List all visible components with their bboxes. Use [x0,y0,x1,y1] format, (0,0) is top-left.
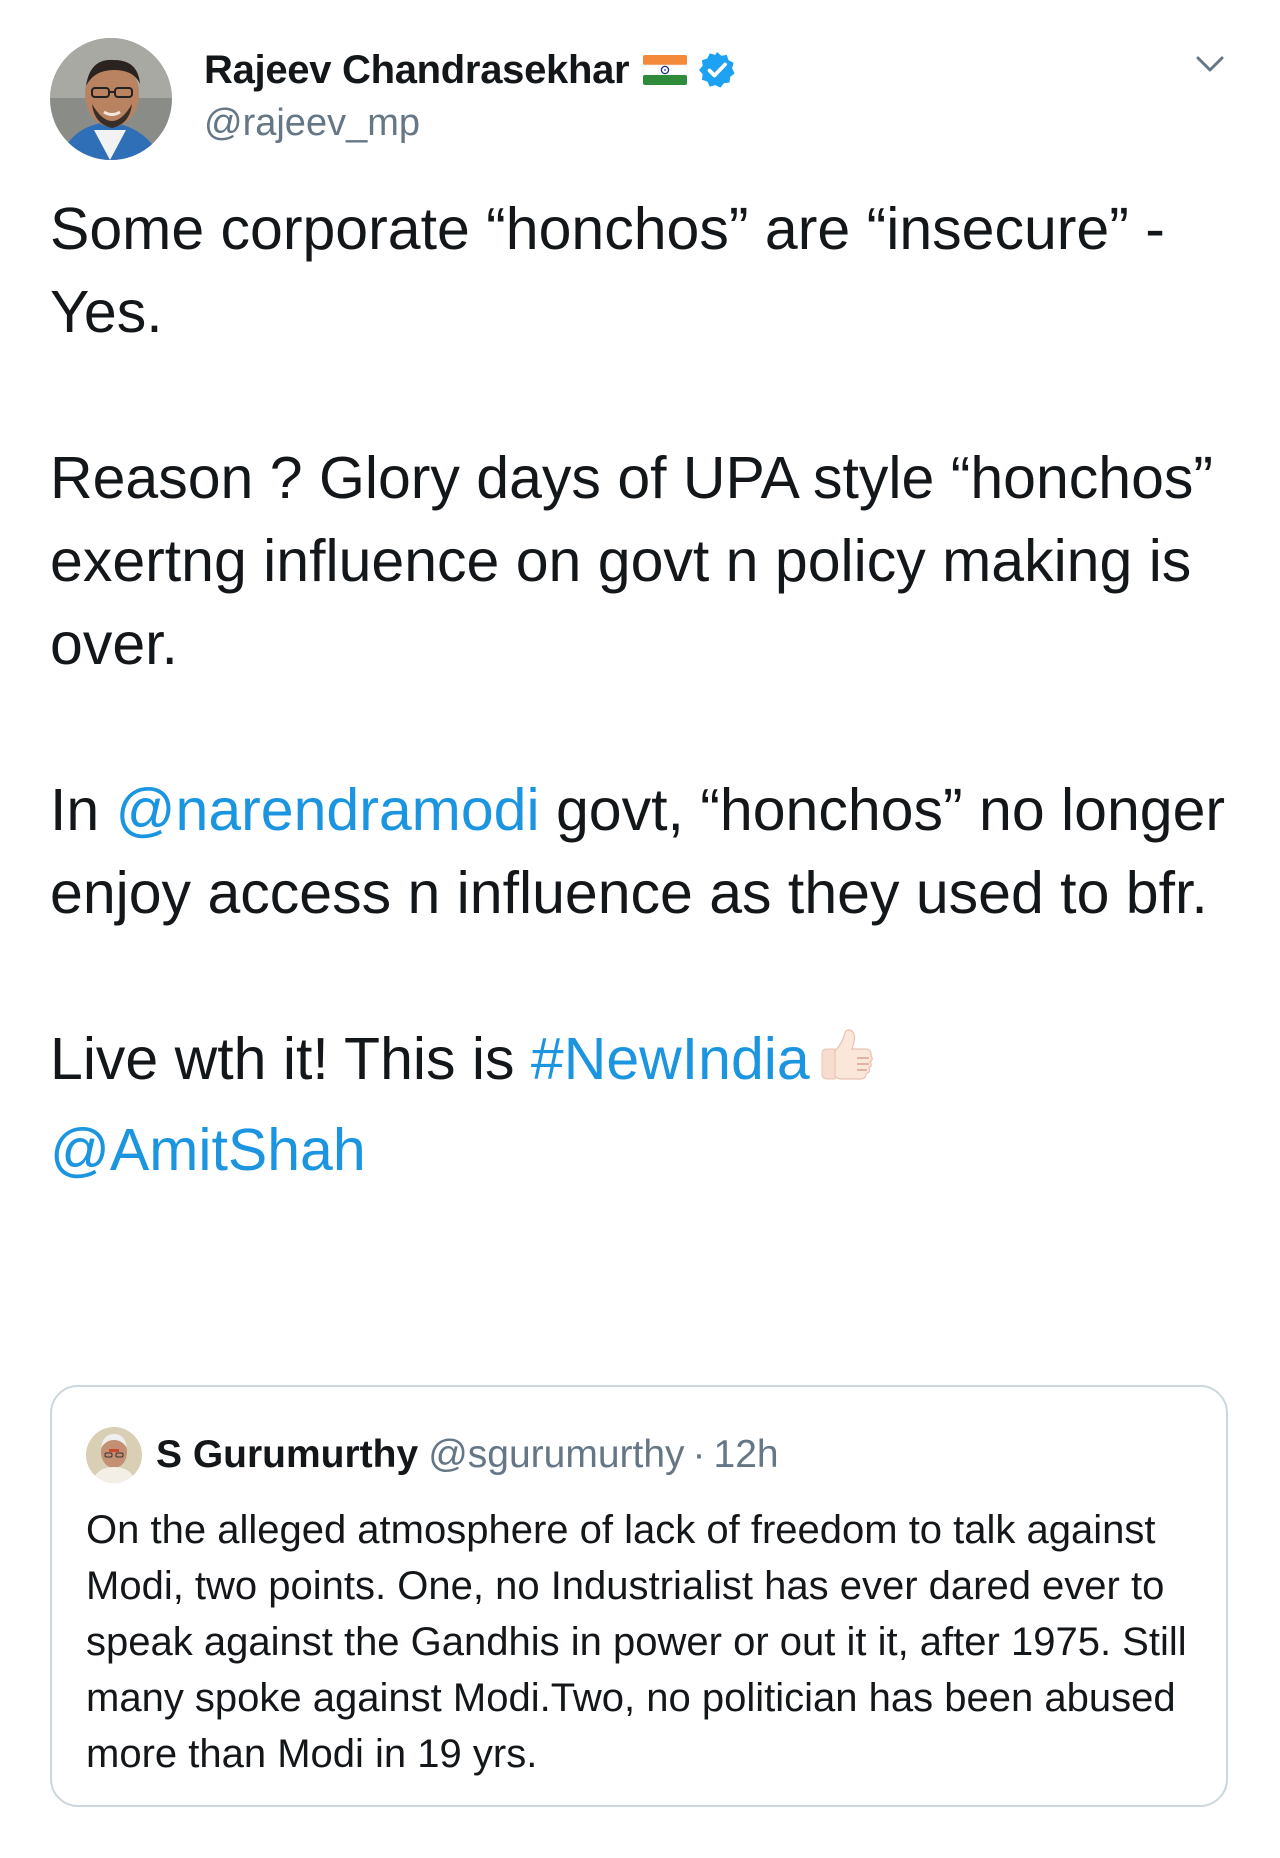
hashtag-link-newindia[interactable]: #NewIndia [531,1026,810,1092]
quoted-tweet-card[interactable]: S Gurumurthy @sgurumurthy · 12h On the a… [50,1385,1228,1807]
tweet-card: Rajeev Chandrasekhar @rajeev_mp Some cor… [0,0,1280,1858]
quoted-author-handle[interactable]: @sgurumurthy [428,1433,684,1477]
tweet-paragraph-3: In @narendramodi govt, “honchos” no long… [50,769,1250,935]
mention-link-narendramodi[interactable]: @narendramodi [116,777,540,843]
chevron-down-icon[interactable] [1190,44,1230,84]
tweet-paragraph-1: Some corporate “honchos” are “insecure” … [50,196,1165,345]
quoted-timestamp[interactable]: 12h [714,1433,779,1477]
quoted-separator: · [692,1433,706,1476]
quoted-author-avatar [86,1427,142,1483]
mention-link-amitshah[interactable]: @AmitShah [50,1117,366,1183]
author-avatar[interactable] [50,38,172,160]
tweet-paragraph-4: Live wth it! This is #NewIndia @AmitShah [50,1018,1250,1192]
quoted-author-name[interactable]: S Gurumurthy [156,1433,418,1477]
tweet-paragraph-4-text: Live wth it! This is [50,1026,531,1092]
author-handle[interactable]: @rajeev_mp [204,102,420,145]
thumbs-up-emoji [814,1023,878,1109]
author-name-row: Rajeev Chandrasekhar [204,42,737,98]
tweet-paragraph-3-text-a: In [50,777,116,843]
author-display-name[interactable]: Rajeev Chandrasekhar [204,48,630,93]
quoted-tweet-header: S Gurumurthy @sgurumurthy · 12h [86,1427,779,1483]
tweet-paragraph-2: Reason ? Glory days of UPA style “honcho… [50,445,1214,677]
tweet-text: Some corporate “honchos” are “insecure” … [50,188,1250,1192]
quoted-tweet-text: On the alleged atmosphere of lack of fre… [86,1508,1187,1776]
verified-badge-icon [697,50,737,90]
india-flag-emoji [641,53,689,87]
